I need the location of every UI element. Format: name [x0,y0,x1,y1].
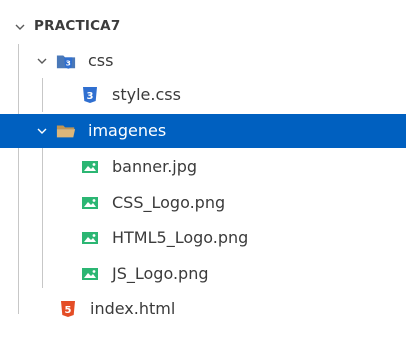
svg-text:3: 3 [87,91,94,102]
tree-file-js-logo-png[interactable]: JS_Logo.png [0,257,406,291]
panel-edge [406,0,414,339]
js-logo-png-label: JS_Logo.png [112,264,209,283]
tree-folder-imagenes[interactable]: imagenes [0,114,406,148]
css-logo-png-label: CSS_Logo.png [112,193,226,212]
image-file-icon [80,157,100,177]
svg-text:3: 3 [66,59,71,68]
svg-text:5: 5 [65,305,72,316]
tree-file-banner-jpg[interactable]: banner.jpg [0,150,406,184]
index-html-label: index.html [90,299,176,318]
chevron-down-icon[interactable] [34,123,50,139]
tree-file-css-logo-png[interactable]: CSS_Logo.png [0,186,406,220]
css-folder-label: css [88,51,114,70]
imagenes-folder-label: imagenes [88,121,167,140]
css-folder-icon: 3 [56,51,76,71]
style-css-label: style.css [112,85,181,104]
folder-open-icon [56,121,76,141]
tree-file-index-html[interactable]: 5 index.html [0,292,406,326]
chevron-down-icon[interactable] [12,19,28,35]
image-file-icon [80,264,100,284]
tree-file-style-css[interactable]: 3 style.css [0,78,406,112]
image-file-icon [80,193,100,213]
html5-file-icon: 5 [58,299,78,319]
tree-file-html5-logo-png[interactable]: HTML5_Logo.png [0,221,406,255]
explorer-root-practica7[interactable]: PRACTICA7 [0,10,406,44]
file-explorer-panel: PRACTICA7 3 css 3 style.css imagenes ban… [0,0,407,339]
root-folder-label: PRACTICA7 [34,18,121,35]
banner-jpg-label: banner.jpg [112,157,198,176]
html5-logo-png-label: HTML5_Logo.png [112,228,249,247]
image-file-icon [80,228,100,248]
css-file-icon: 3 [80,85,100,105]
chevron-down-icon[interactable] [34,53,50,69]
tree-folder-css[interactable]: 3 css [0,44,406,78]
